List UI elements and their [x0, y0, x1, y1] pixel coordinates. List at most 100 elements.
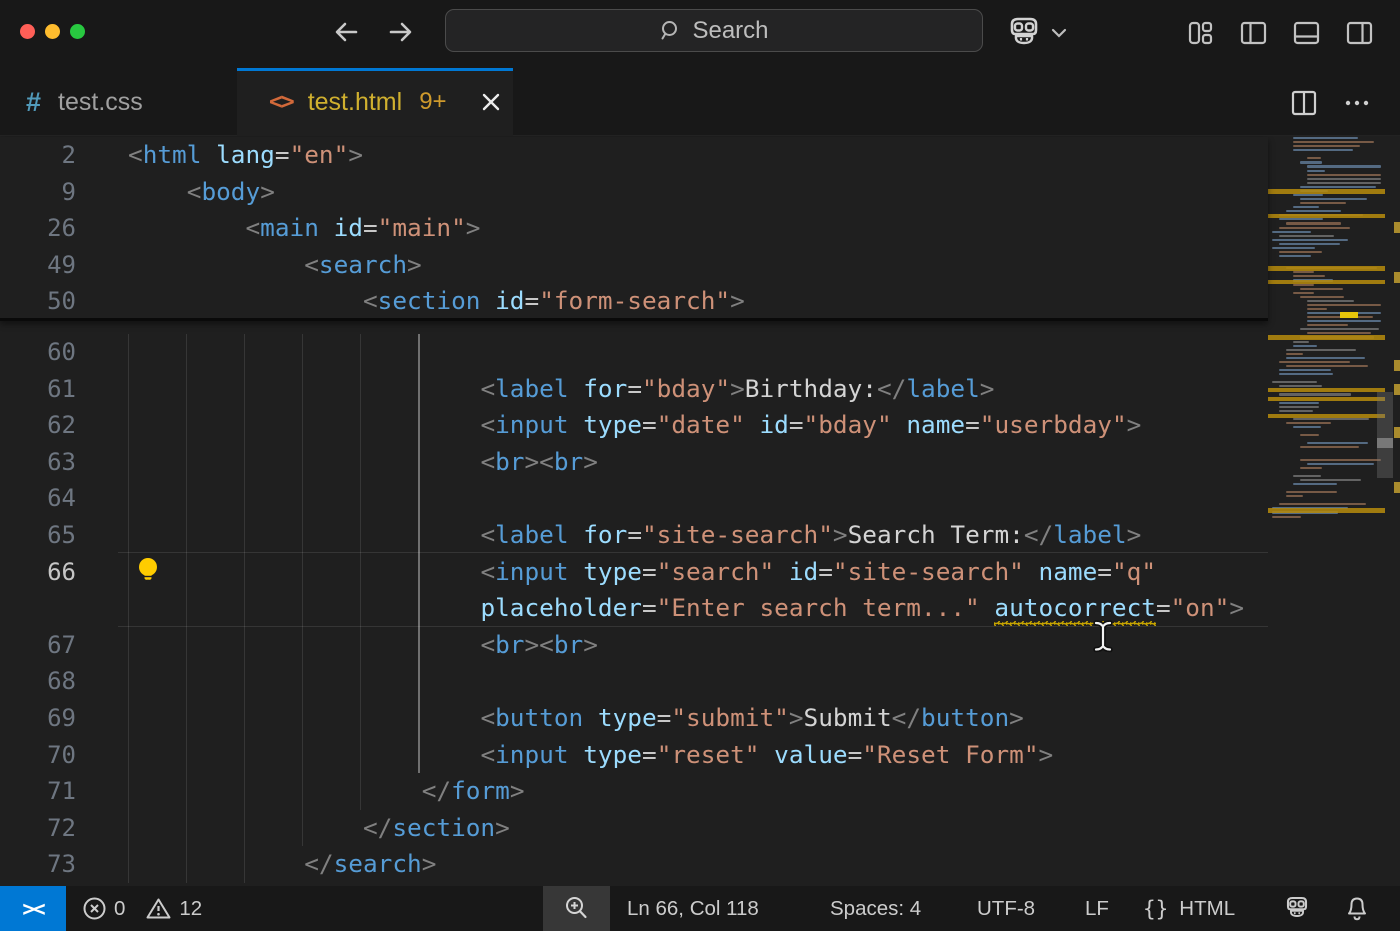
minimap-warning-bar: [1268, 214, 1385, 218]
code-line[interactable]: 72 </section>: [0, 810, 1268, 847]
line-number: 72: [0, 810, 76, 847]
search-placeholder: Search: [692, 17, 768, 45]
line-number: 66: [0, 554, 76, 591]
line-content: <br><br>: [128, 627, 598, 664]
code-line[interactable]: 26 <main id="main">: [0, 210, 1268, 247]
copilot-status-button[interactable]: [1282, 886, 1312, 931]
close-icon: [478, 89, 504, 115]
line-number: 62: [0, 407, 76, 444]
more-actions-button[interactable]: [1342, 87, 1374, 119]
code-line[interactable]: 71 </form>: [0, 773, 1268, 810]
tab-label: test.css: [58, 88, 143, 117]
encoding-indicator[interactable]: UTF-8: [977, 886, 1035, 931]
problems-status-button[interactable]: 0 12: [82, 886, 202, 931]
tab-close-button[interactable]: [478, 87, 508, 117]
line-number: 63: [0, 444, 76, 481]
code-line[interactable]: 64: [0, 480, 1268, 517]
line-content: placeholder="Enter search term..." autoc…: [128, 590, 1244, 627]
split-editor-button[interactable]: [1289, 87, 1321, 119]
zoom-status-button[interactable]: [543, 886, 610, 931]
lightbulb-code-action[interactable]: [136, 556, 160, 586]
sticky-scroll[interactable]: 2<html lang="en">9 <body>26 <main id="ma…: [0, 137, 1268, 321]
cursor-position-indicator[interactable]: Ln 66, Col 118: [627, 886, 759, 931]
minimap-warning-bar: [1268, 280, 1385, 284]
minimap-warning-bar: [1268, 414, 1385, 418]
code-line[interactable]: placeholder="Enter search term..." autoc…: [0, 590, 1268, 627]
mouse-ibeam-cursor: [1090, 618, 1116, 654]
line-content: <input type="reset" value="Reset Form">: [128, 737, 1053, 774]
code-line[interactable]: 67 <br><br>: [0, 627, 1268, 664]
line-number: 50: [0, 283, 76, 320]
notifications-bell-button[interactable]: [1344, 886, 1370, 931]
remote-indicator-button[interactable]: ><: [0, 886, 66, 931]
code-line[interactable]: 2<html lang="en">: [0, 137, 1268, 174]
toggle-secondary-sidebar-button[interactable]: [1344, 17, 1376, 49]
line-content: <label for="site-search">Search Term:</l…: [128, 517, 1141, 554]
code-line[interactable]: 69 <button type="submit">Submit</button>: [0, 700, 1268, 737]
tab-problems-badge: 9+: [419, 88, 446, 116]
overview-ruler-warning-mark: [1394, 222, 1400, 233]
overview-ruler-warning-mark: [1394, 384, 1400, 395]
code-line[interactable]: 73 </search>: [0, 846, 1268, 883]
tab-test-css[interactable]: # test.css: [0, 68, 237, 136]
navigate-back-button[interactable]: [330, 14, 366, 50]
scrollbar-slider[interactable]: [1377, 392, 1393, 478]
eol-indicator[interactable]: LF: [1085, 886, 1109, 931]
toggle-primary-sidebar-button[interactable]: [1238, 17, 1270, 49]
navigate-forward-button[interactable]: [383, 14, 419, 50]
line-number: 69: [0, 700, 76, 737]
minimap-highlight: [1340, 312, 1358, 318]
line-number: 73: [0, 846, 76, 883]
code-line[interactable]: 65 <label for="site-search">Search Term:…: [0, 517, 1268, 554]
status-bar: >< 0 12 Ln 66, Col 118: [0, 886, 1400, 931]
minimap-warning-bar: [1268, 335, 1385, 340]
code-line[interactable]: 9 <body>: [0, 174, 1268, 211]
line-content: <main id="main">: [128, 210, 480, 247]
minimap[interactable]: [1268, 136, 1385, 886]
search-icon: [659, 19, 683, 43]
tab-test-html[interactable]: <> test.html 9+: [237, 68, 513, 136]
minimap-warning-bar: [1268, 397, 1385, 401]
remote-icon: ><: [22, 897, 43, 921]
code-line[interactable]: 60: [0, 334, 1268, 371]
overview-ruler-warning-mark: [1394, 482, 1400, 493]
line-content: </search>: [128, 846, 436, 883]
toggle-panel-button[interactable]: [1291, 17, 1323, 49]
code-line[interactable]: 70 <input type="reset" value="Reset Form…: [0, 737, 1268, 774]
minimap-warning-bar: [1268, 266, 1385, 271]
line-content: </form>: [128, 773, 525, 810]
overview-ruler-warning-mark: [1394, 360, 1400, 371]
copilot-menu-button[interactable]: [1004, 14, 1076, 52]
line-number: 49: [0, 247, 76, 284]
line-content: <body>: [128, 174, 275, 211]
editor-pane[interactable]: <br><br> 6061 <label for="bday">Birthday…: [0, 136, 1400, 886]
language-mode-indicator[interactable]: {} HTML: [1143, 886, 1235, 931]
window-close-button[interactable]: [20, 24, 35, 39]
overview-ruler-warning-mark: [1394, 427, 1400, 438]
tab-label: test.html: [308, 88, 402, 117]
code-line[interactable]: 62 <input type="date" id="bday" name="us…: [0, 407, 1268, 444]
line-number: 65: [0, 517, 76, 554]
customize-layout-button[interactable]: [1185, 17, 1217, 49]
scrollbar-current-band: [1377, 438, 1393, 448]
zoom-in-icon: [563, 895, 590, 922]
overview-ruler-warning-mark: [1394, 272, 1400, 283]
code-line[interactable]: 49 <search>: [0, 247, 1268, 284]
code-line[interactable]: 61 <label for="bday">Birthday:</label>: [0, 371, 1268, 408]
indentation-indicator[interactable]: Spaces: 4: [830, 886, 921, 931]
line-content: <input type="search" id="site-search" na…: [128, 554, 1156, 591]
code-line[interactable]: 66 <input type="search" id="site-search"…: [0, 554, 1268, 591]
code-line[interactable]: 68: [0, 663, 1268, 700]
sidebar-left-icon: [1238, 18, 1268, 48]
window-zoom-button[interactable]: [70, 24, 85, 39]
partially-scrolled-line: <br><br>: [128, 323, 1228, 333]
code-line[interactable]: 50 <section id="form-search">: [0, 283, 1268, 320]
line-number: 70: [0, 737, 76, 774]
line-number: 26: [0, 210, 76, 247]
css-hash-icon: #: [26, 87, 41, 118]
line-number: 9: [0, 174, 76, 211]
code-line[interactable]: 63 <br><br>: [0, 444, 1268, 481]
arrow-left-icon: [337, 24, 356, 40]
command-center-search[interactable]: Search: [445, 9, 983, 52]
window-minimize-button[interactable]: [45, 24, 60, 39]
